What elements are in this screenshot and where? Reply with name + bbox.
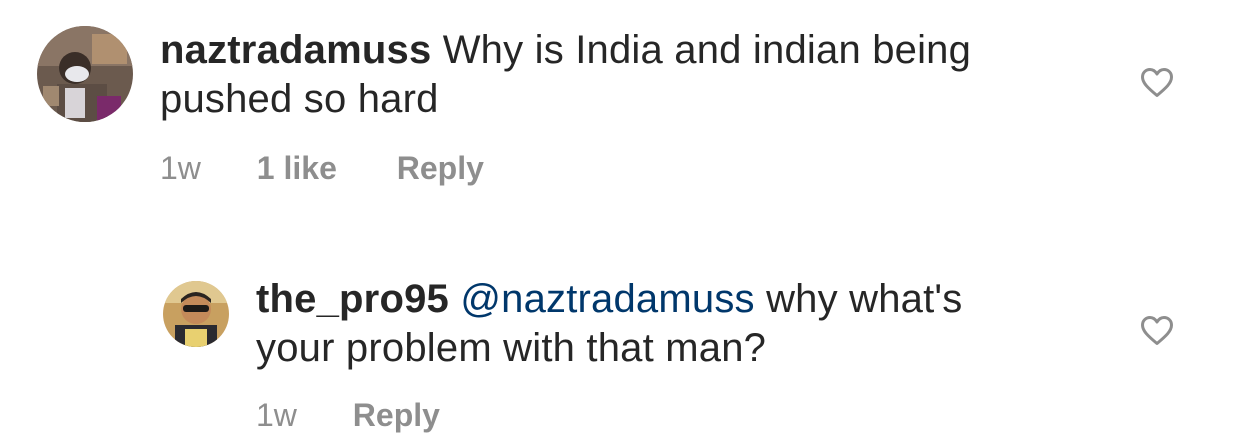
comment-1: naztradamuss Why is India and indian bei… xyxy=(0,0,1242,200)
comment-text: the_pro95 @naztradamuss why what's your … xyxy=(256,275,1116,373)
comment-meta: 1w 1 like Reply xyxy=(160,150,484,187)
comment-text-line-2: pushed so hard xyxy=(160,77,439,121)
timestamp: 1w xyxy=(256,397,297,433)
avatar-image xyxy=(163,281,229,347)
avatar-image xyxy=(37,26,133,122)
mention-link[interactable]: @naztradamuss xyxy=(460,277,754,321)
comment-text-line-1: why what's xyxy=(766,277,963,321)
heart-outline-icon[interactable] xyxy=(1140,67,1174,98)
comment-text-line-1: Why is India and indian being xyxy=(442,28,972,72)
comment-text: naztradamuss Why is India and indian bei… xyxy=(160,26,1120,124)
reply-button[interactable]: Reply xyxy=(397,150,484,187)
likes-count[interactable]: 1 like xyxy=(257,150,337,187)
username[interactable]: naztradamuss xyxy=(160,28,431,72)
comment-2-reply: the_pro95 @naztradamuss why what's your … xyxy=(0,270,1242,433)
avatar[interactable] xyxy=(37,26,133,122)
heart-outline-icon[interactable] xyxy=(1140,315,1174,346)
comment-meta: 1w Reply xyxy=(256,397,440,434)
avatar[interactable] xyxy=(163,281,229,347)
timestamp: 1w xyxy=(160,150,201,186)
comment-text-line-2: your problem with that man? xyxy=(256,326,767,370)
reply-button[interactable]: Reply xyxy=(353,397,440,434)
username[interactable]: the_pro95 xyxy=(256,277,449,321)
